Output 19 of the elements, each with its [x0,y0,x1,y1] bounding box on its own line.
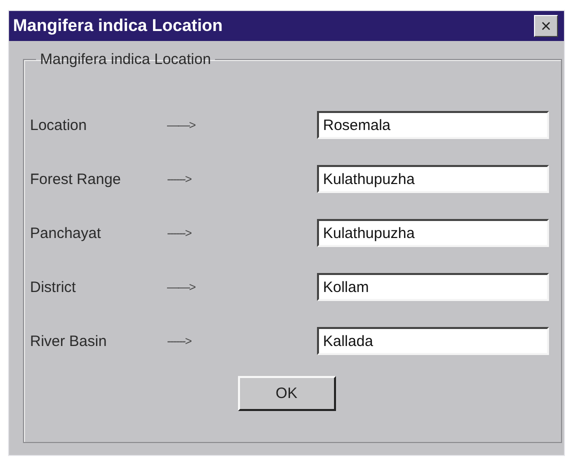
input-field[interactable]: Rosemala [317,111,549,139]
field-label: Location [30,116,88,134]
field-label: River Basin [30,332,108,350]
group-title: Mangifera indica Location [39,51,212,68]
input-field[interactable]: Kollam [317,273,549,301]
input-field[interactable]: Kallada [317,327,549,355]
field-label: District [30,278,77,296]
arrow-text: ——> [167,118,196,132]
input-field[interactable]: Kulathupuzha [317,219,549,247]
field-label: Forest Range [30,170,122,188]
ok-button[interactable]: OK [238,376,336,411]
window-title: Mangifera indica Location [13,16,223,36]
arrow-text: ------> [167,226,192,240]
field-label: Panchayat [30,224,102,242]
arrow-text: ------> [167,172,192,186]
input-field[interactable]: Kulathupuzha [317,165,549,193]
arrow-text: ——> [167,280,196,294]
close-button[interactable]: × [534,15,558,37]
arrow-text: ------> [167,334,192,348]
